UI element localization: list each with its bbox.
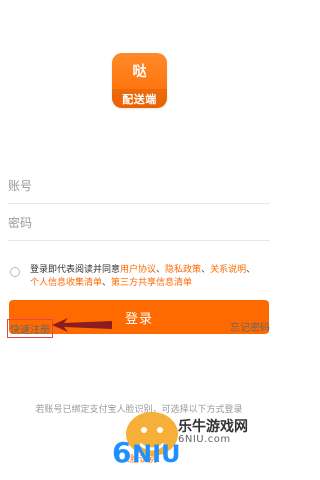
agreement: 登录即代表阅读并同意用户协议、隐私政策、关系说明、 个人信息收集清单、第三方共享信…: [10, 264, 270, 290]
agreement-text: 登录即代表阅读并同意用户协议、隐私政策、关系说明、 个人信息收集清单、第三方共享信…: [30, 264, 255, 290]
agreement-sep: 、: [156, 265, 166, 275]
account-input[interactable]: [8, 168, 270, 203]
forgot-password-link[interactable]: 忘记密码: [230, 319, 270, 334]
watermark-url: 6NIU.com: [178, 434, 231, 445]
annotation-arrow-icon: [52, 318, 112, 332]
face-login-link[interactable]: 人脸识别: [0, 452, 278, 465]
link-user-agreement[interactable]: 用户协议: [120, 265, 156, 275]
logo-mark-text: 哒: [132, 64, 147, 80]
link-third-party-sharing-list[interactable]: 第三方共享信息清单: [111, 278, 192, 288]
agreement-sep: 、: [246, 265, 256, 275]
app-logo: 哒 配送端: [112, 53, 167, 108]
quick-register-link[interactable]: 快速注册: [7, 319, 53, 338]
watermark-brand: 乐牛游戏网: [178, 419, 248, 435]
agreement-sep: 、: [102, 278, 112, 288]
password-input[interactable]: [8, 205, 270, 240]
agreement-checkbox[interactable]: [10, 267, 20, 277]
link-personal-info-list[interactable]: 个人信息收集清单: [30, 278, 102, 288]
link-relationship-description[interactable]: 关系说明: [210, 265, 246, 275]
password-field: [8, 205, 270, 241]
logo-mark: 哒: [112, 53, 167, 89]
agreement-prefix: 登录即代表阅读并同意: [30, 265, 121, 275]
account-field: [8, 168, 270, 204]
face-login-notice: 若账号已绑定支付宝人脸识别，可选择以下方式登录: [35, 405, 243, 415]
logo-subtitle: 配送端: [112, 89, 167, 108]
login-page: 哒 配送端 登录即代表阅读并同意用户协议、隐私政策、关系说明、个人信息收集清单、…: [0, 0, 278, 480]
link-privacy-policy[interactable]: 隐私政策: [165, 265, 201, 275]
agreement-sep: 、: [201, 265, 211, 275]
